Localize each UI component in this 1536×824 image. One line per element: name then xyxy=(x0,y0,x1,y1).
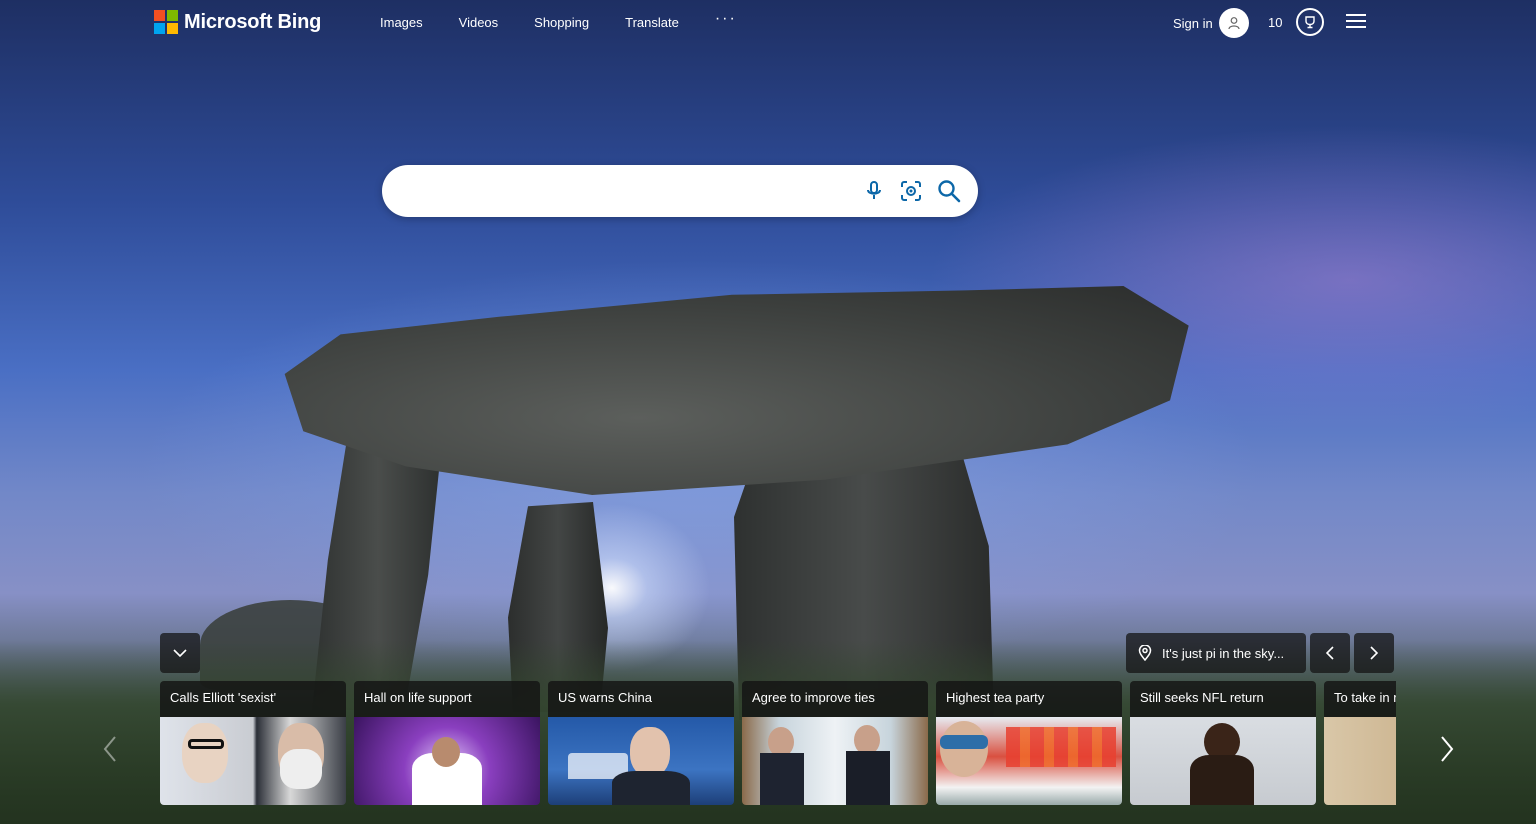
news-card-title: Calls Elliott 'sexist' xyxy=(160,681,346,717)
news-card[interactable]: US warns China xyxy=(548,681,734,805)
location-pin-icon xyxy=(1138,645,1152,661)
chevron-right-icon xyxy=(1441,736,1454,762)
news-scroll-left-button[interactable] xyxy=(97,732,123,772)
news-card[interactable]: Still seeks NFL return xyxy=(1130,681,1316,805)
microphone-icon[interactable] xyxy=(861,178,887,204)
top-nav: Images Videos Shopping Translate ··· xyxy=(380,10,773,30)
news-card-title: Highest tea party xyxy=(936,681,1122,717)
chevron-down-icon xyxy=(173,649,187,657)
chevron-right-icon xyxy=(1370,646,1378,660)
news-card-image xyxy=(548,717,734,805)
news-card[interactable]: Agree to improve ties xyxy=(742,681,928,805)
news-carousel: Calls Elliott 'sexist' Hall on life supp… xyxy=(160,681,1396,805)
news-card[interactable]: Highest tea party xyxy=(936,681,1122,805)
search-icon[interactable] xyxy=(936,178,962,204)
news-card[interactable]: To take in r xyxy=(1324,681,1396,805)
chevron-left-icon xyxy=(1326,646,1334,660)
news-card-title: Agree to improve ties xyxy=(742,681,928,717)
news-card-image xyxy=(742,717,928,805)
signin-button[interactable]: Sign in xyxy=(1173,8,1249,38)
news-card[interactable]: Calls Elliott 'sexist' xyxy=(160,681,346,805)
image-caption-text: It's just pi in the sky... xyxy=(1162,645,1285,661)
menu-hamburger-icon[interactable] xyxy=(1346,14,1366,32)
nav-translate[interactable]: Translate xyxy=(625,15,679,30)
news-card-image xyxy=(1324,717,1396,805)
microsoft-logo-icon xyxy=(154,10,178,34)
next-image-button[interactable] xyxy=(1354,633,1394,673)
brand-name: Microsoft Bing xyxy=(184,10,322,33)
image-info-button[interactable]: It's just pi in the sky... xyxy=(1126,633,1306,673)
collapse-news-button[interactable] xyxy=(160,633,200,673)
news-card-image xyxy=(936,717,1122,805)
news-card-title: US warns China xyxy=(548,681,734,717)
rewards-count: 10 xyxy=(1268,14,1283,30)
nav-shopping[interactable]: Shopping xyxy=(534,15,589,30)
top-header: Microsoft Bing Images Videos Shopping Tr… xyxy=(0,0,1536,46)
news-card-image xyxy=(1130,717,1316,805)
more-menu-button[interactable]: ··· xyxy=(715,10,737,30)
news-card-title: To take in r xyxy=(1324,681,1396,717)
user-avatar-icon xyxy=(1218,8,1249,38)
news-card-title: Still seeks NFL return xyxy=(1130,681,1316,717)
rewards-button[interactable]: 10 xyxy=(1268,8,1325,36)
search-input[interactable] xyxy=(398,177,842,207)
previous-image-button[interactable] xyxy=(1310,633,1350,673)
news-scroll-right-button[interactable] xyxy=(1434,732,1460,772)
news-card-image xyxy=(160,717,346,805)
nav-images[interactable]: Images xyxy=(380,15,423,30)
news-card[interactable]: Hall on life support xyxy=(354,681,540,805)
search-box xyxy=(382,165,978,217)
visual-search-icon[interactable] xyxy=(898,178,924,204)
news-card-title: Hall on life support xyxy=(354,681,540,717)
chevron-left-icon xyxy=(103,736,116,762)
news-card-image xyxy=(354,717,540,805)
signin-label: Sign in xyxy=(1173,15,1213,31)
bing-logo[interactable]: Microsoft Bing xyxy=(154,10,321,34)
rewards-trophy-icon xyxy=(1296,8,1325,36)
nav-videos[interactable]: Videos xyxy=(459,15,499,30)
